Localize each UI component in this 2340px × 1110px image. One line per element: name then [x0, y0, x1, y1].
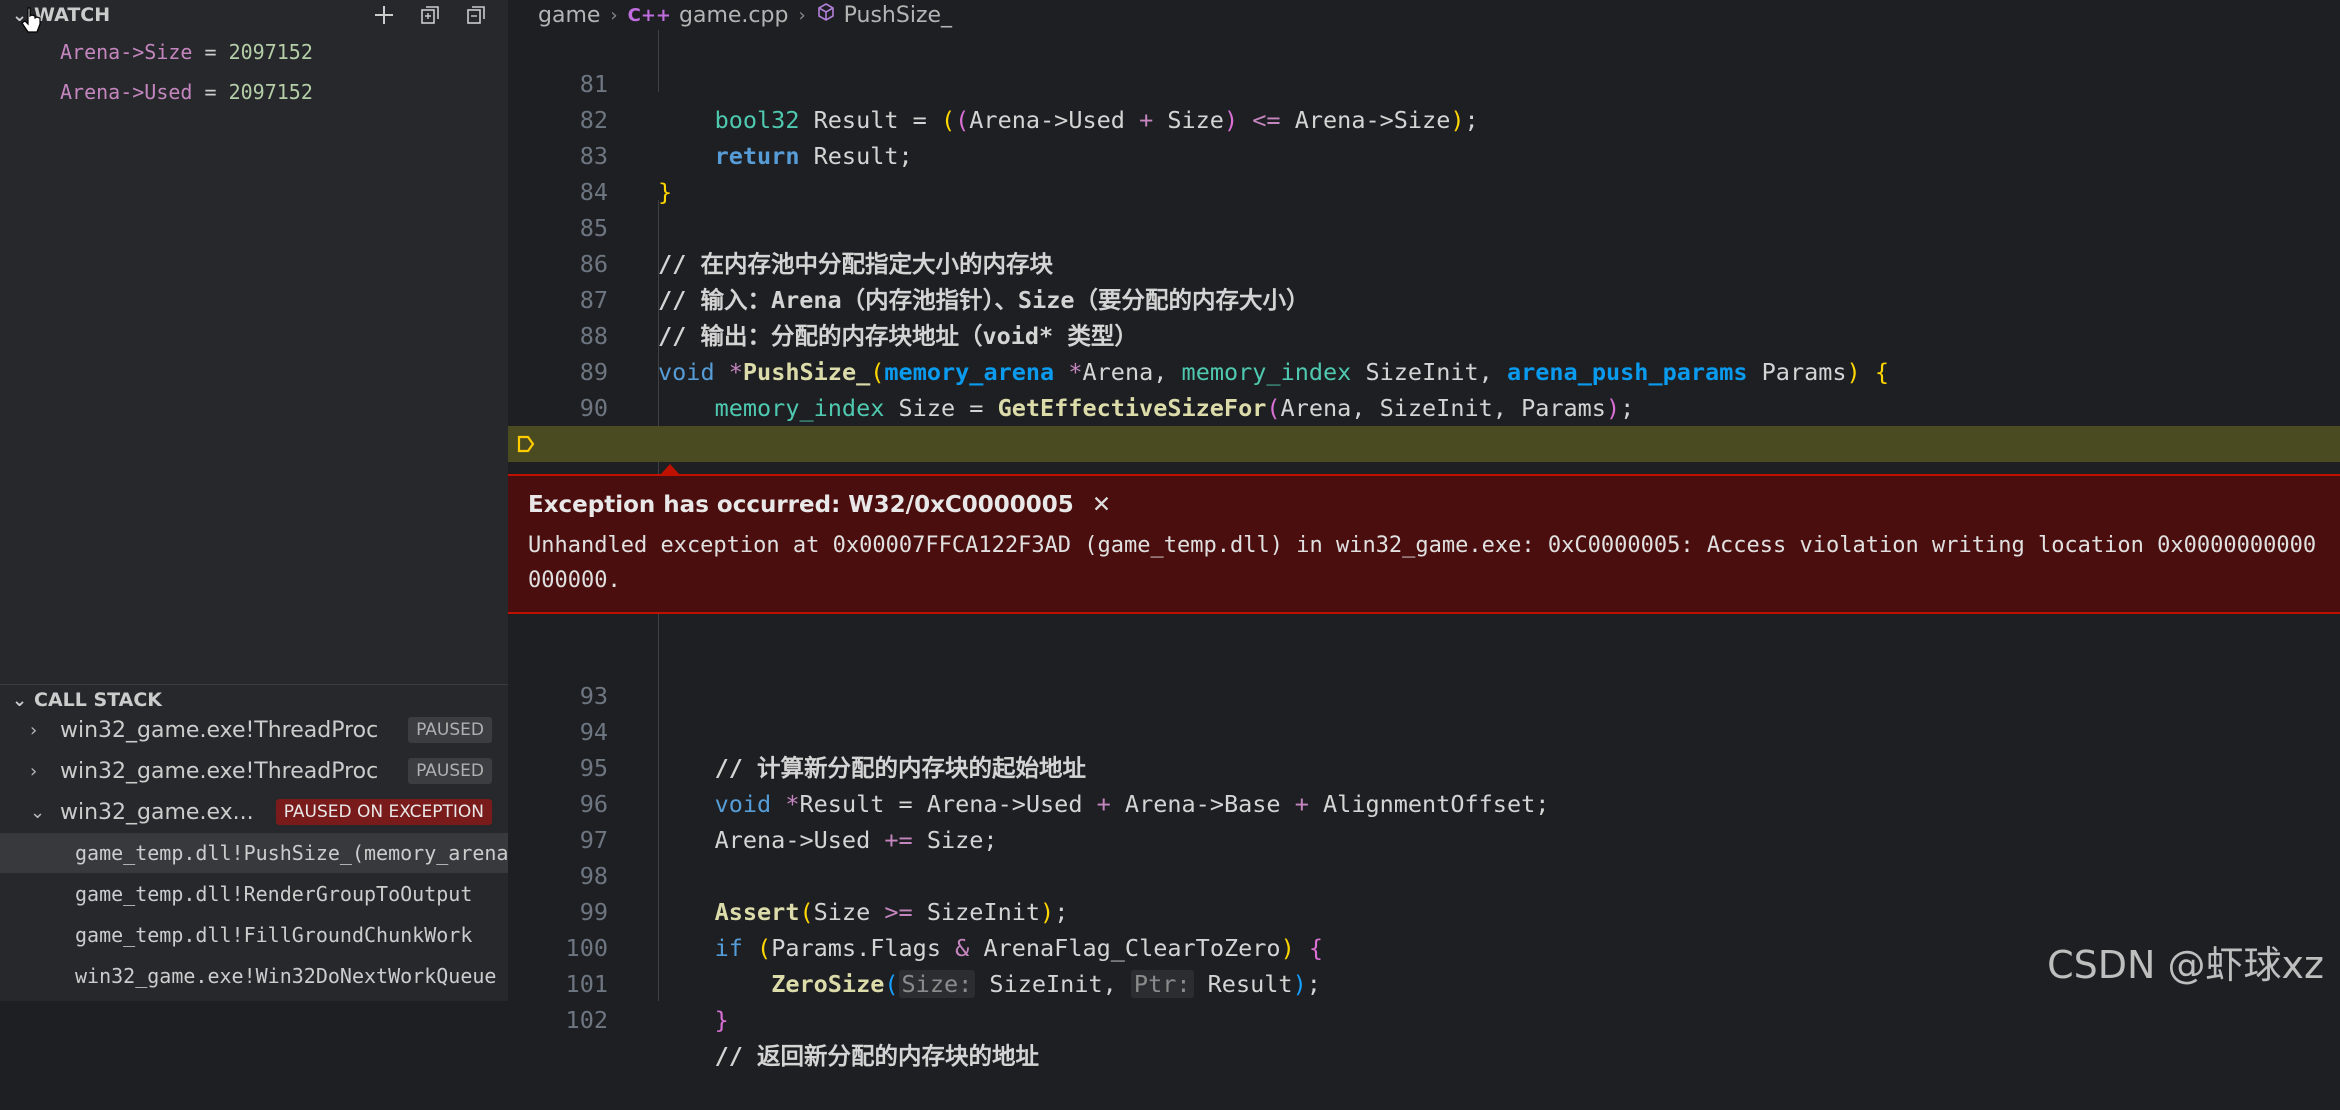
watch-expression: Arena->Used [60, 80, 193, 104]
watermark: CSDN @虾球xz [2047, 943, 2324, 987]
debug-sidebar: ⌄ WATCH Arena->Size = 2097152 Arena->Use… [0, 0, 508, 1001]
stack-frame[interactable]: game_temp.dll!PushSize_(memory_arena [0, 833, 508, 873]
code-line[interactable]: 99 if (Params.Flags & ArenaFlag_ClearToZ… [508, 858, 2340, 962]
code-line[interactable]: 81 bool32 Result = ((Arena->Used + Size)… [508, 30, 2340, 134]
code-text: } [714, 1006, 729, 1034]
thread-status-badge: PAUSED [408, 758, 492, 784]
refresh-icon[interactable] [418, 3, 442, 27]
breadcrumb-symbol[interactable]: PushSize_ [844, 3, 952, 28]
stack-frame-label: game_temp.dll!FillGroundChunkWork [75, 923, 473, 947]
chevron-right-icon: › [610, 4, 618, 26]
code-line[interactable]: 100 ZeroSize(Size: SizeInit, Ptr: Result… [508, 894, 2340, 998]
code-line[interactable]: 91 [508, 390, 2340, 458]
close-icon[interactable]: ✕ [1092, 492, 1111, 518]
stack-frame-label: win32_game.exe!Win32DoNextWorkQueue [75, 964, 497, 988]
code-comment: // 返回新分配的内存块的地址 [658, 1042, 1040, 1070]
code-line[interactable]: 88 void *PushSize_(memory_arena *Arena, … [508, 282, 2340, 386]
watch-equals: = [192, 80, 229, 104]
mouse-pointer-icon [21, 7, 41, 33]
code-line[interactable]: 82 return Result; [508, 66, 2340, 170]
thread-row[interactable]: › win32_game.exe!ThreadProc PAUSED [0, 710, 508, 750]
stack-frame[interactable]: game_temp.dll!RenderGroupToOutput [0, 874, 508, 914]
exception-title-row: Exception has occurred: W32/0xC0000005 ✕ [528, 492, 1111, 518]
breadcrumb: game › C++ game.cpp › PushSize_ [508, 0, 2340, 30]
breadcrumb-file[interactable]: game.cpp [679, 3, 788, 28]
thread-status-badge: PAUSED ON EXCEPTION [275, 799, 492, 825]
cpp-file-icon: C++ [627, 4, 671, 26]
code-line[interactable]: 89 memory_index Size = GetEffectiveSizeF… [508, 318, 2340, 422]
watch-item[interactable]: Arena->Used = 2097152 [60, 80, 313, 104]
watch-equals: = [192, 40, 229, 64]
thread-row[interactable]: ⌄ win32_game.ex... PAUSED ON EXCEPTION [0, 792, 508, 832]
code-line[interactable]: 97 [508, 786, 2340, 854]
thread-name: win32_game.exe!ThreadProc [60, 758, 379, 784]
code-line[interactable]: 87 // 输出：分配的内存块地址（void* 类型） [508, 246, 2340, 350]
watch-title: WATCH [34, 4, 111, 26]
line-number: 102 [565, 1006, 608, 1034]
symbol-method-icon [816, 2, 836, 28]
exception-widget: Exception has occurred: W32/0xC0000005 ✕… [508, 474, 2340, 614]
code-line[interactable]: 95 void *Result = Arena->Used + Arena->B… [508, 714, 2340, 818]
code-line[interactable]: 85 // 在内存池中分配指定大小的内存块 [508, 174, 2340, 278]
execution-pointer-icon[interactable] [516, 434, 536, 454]
code-line[interactable]: 83 } [508, 102, 2340, 206]
chevron-down-icon[interactable]: ⌄ [12, 690, 34, 711]
code-line[interactable]: 94 // 计算新分配的内存块的起始地址 [508, 678, 2340, 782]
chevron-right-icon: › [798, 4, 806, 26]
code-line[interactable]: 86 // 输入：Arena（内存池指针）、Size（要分配的内存大小） [508, 210, 2340, 314]
exception-message: Unhandled exception at 0x00007FFCA122F3A… [528, 533, 2317, 593]
thread-row[interactable]: › win32_game.exe!ThreadProc PAUSED [0, 751, 508, 791]
chevron-right-icon[interactable]: › [30, 720, 50, 741]
stack-frame-label: game_temp.dll!PushSize_(memory_arena [75, 841, 508, 865]
exception-title: Exception has occurred: W32/0xC0000005 [528, 492, 1074, 518]
collapse-all-icon[interactable] [464, 3, 488, 27]
exception-pointer [661, 464, 679, 474]
breadcrumb-folder[interactable]: game [538, 3, 600, 28]
watch-value: 2097152 [228, 40, 313, 64]
stack-frame[interactable]: win32_game.exe!Win32DoNextWorkQueue [0, 956, 508, 996]
watch-actions [372, 0, 488, 30]
add-expression-icon[interactable] [372, 3, 396, 27]
watch-expression: Arena->Size [60, 40, 193, 64]
code-line[interactable]: 98 Assert(Size >= SizeInit); [508, 822, 2340, 926]
thread-name: win32_game.exe!ThreadProc [60, 717, 379, 743]
code-line[interactable]: 93 [508, 642, 2340, 710]
watch-value: 2097152 [228, 80, 313, 104]
stack-frame[interactable]: game_temp.dll!FillGroundChunkWork [0, 915, 508, 955]
chevron-down-icon[interactable]: ⌄ [30, 802, 50, 823]
stack-frame-label: game_temp.dll!RenderGroupToOutput [75, 882, 473, 906]
code-line[interactable]: 90 memory_index AlignmentOffset = GetAli… [508, 354, 2340, 458]
code-line[interactable]: 96 Arena->Used += Size; [508, 750, 2340, 854]
code-line[interactable]: 84 [508, 138, 2340, 206]
thread-status-badge: PAUSED [408, 717, 492, 743]
current-execution-line[interactable]: 92 Assert((Arena->Used + Size) <= Arena-… [508, 426, 2340, 566]
call-stack-title: CALL STACK [34, 689, 163, 711]
chevron-right-icon[interactable]: › [30, 761, 50, 782]
watch-item[interactable]: Arena->Size = 2097152 [60, 40, 313, 64]
